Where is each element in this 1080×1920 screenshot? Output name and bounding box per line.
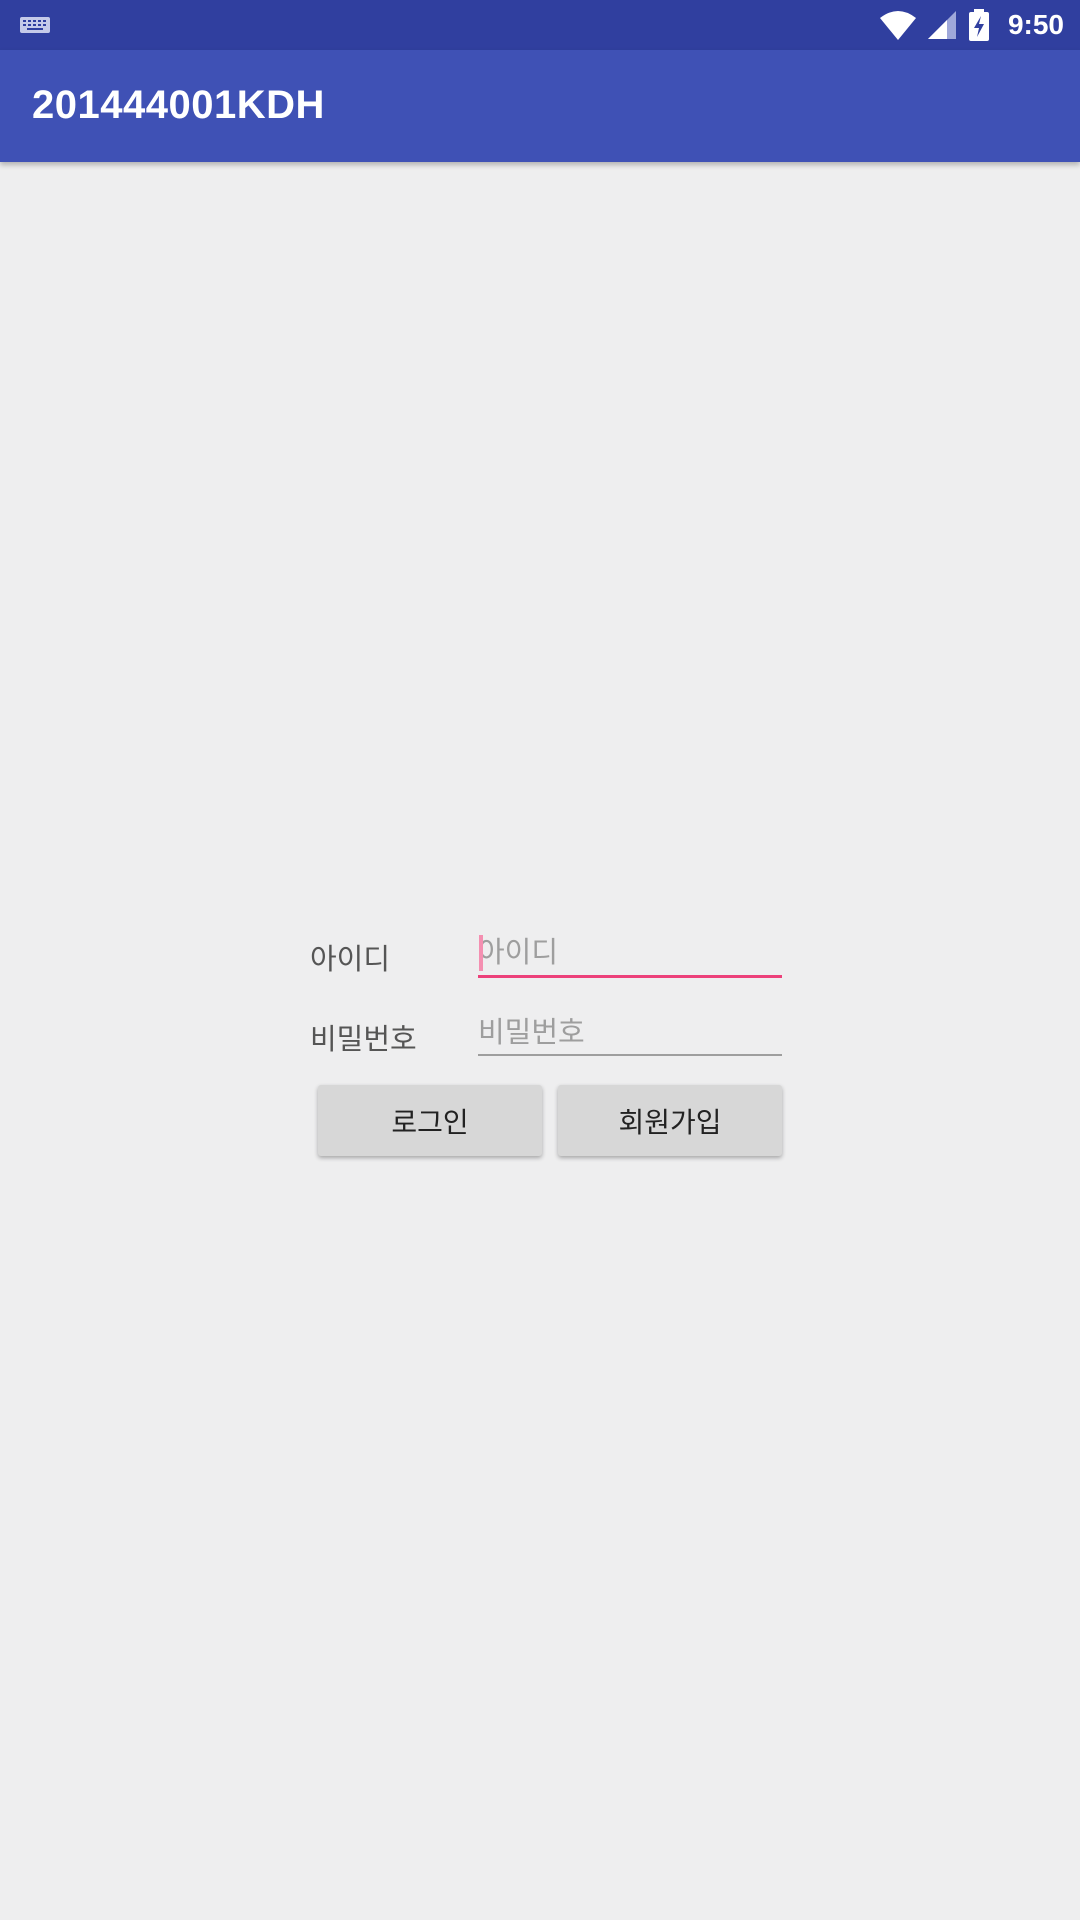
login-button[interactable]: 로그인: [318, 1085, 542, 1156]
password-input[interactable]: [478, 1008, 781, 1056]
login-form: 아이디 비밀번호 로그인 회원가입: [0, 0, 1080, 1920]
id-label: 아이디: [310, 942, 391, 976]
id-input[interactable]: [478, 928, 781, 976]
signup-button[interactable]: 회원가입: [558, 1085, 782, 1156]
text-cursor: [479, 935, 483, 971]
password-label: 비밀번호: [310, 1022, 417, 1056]
password-input-underline: [478, 1054, 782, 1056]
id-input-underline: [478, 975, 782, 978]
